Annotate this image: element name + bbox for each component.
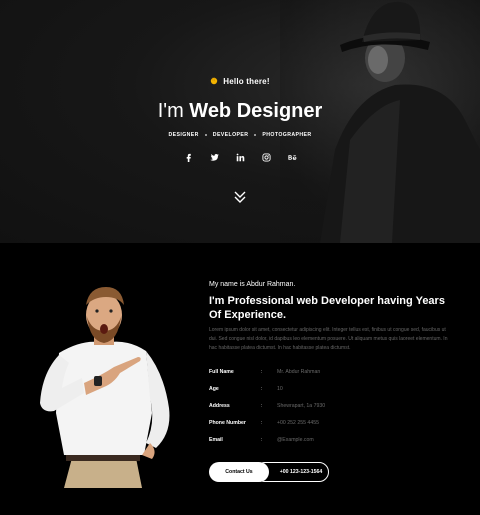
role-separator [204, 134, 207, 136]
roles-list: DESIGNER DEVELOPER PHOTOGRAPHER [169, 132, 312, 138]
detail-row: Full Name : Mr. Abdur Rahman [209, 363, 454, 380]
detail-row: Email : @Example.com [209, 431, 454, 448]
page: Hello there! I'm Web Designer DESIGNER D… [0, 0, 480, 515]
detail-label: Full Name [209, 368, 234, 375]
detail-value: +00 252 255 4455 [277, 419, 319, 426]
linkedin-icon[interactable] [234, 151, 246, 163]
about-info: My name is Abdur Rahman. I'm Professiona… [209, 281, 454, 482]
contact-us-button[interactable]: Contact Us [209, 462, 269, 482]
details-list: Full Name : Mr. Abdur Rahman Age : 10 Ad… [209, 363, 454, 448]
role-item: PHOTOGRAPHER [262, 132, 312, 138]
hero-title-role: Web Designer [189, 100, 323, 122]
facebook-icon[interactable] [182, 151, 194, 163]
about-actions: Contact Us +00 123-123-1564 [209, 462, 454, 482]
hero-title: I'm Web Designer [0, 99, 480, 123]
detail-label: Phone Number [209, 419, 246, 426]
detail-colon: : [261, 368, 263, 375]
about-paragraph: Lorem ipsum dolor sit amet, consectetur … [209, 327, 448, 351]
detail-value: @Example.com [277, 436, 314, 443]
waving-hand-icon [211, 77, 218, 85]
detail-label: Address [209, 402, 230, 409]
detail-colon: : [261, 436, 263, 443]
profile-photo [40, 287, 170, 488]
role-item: DEVELOPER [212, 132, 249, 138]
social-links [0, 151, 480, 163]
hero-content: Hello there! I'm Web Designer DESIGNER D… [0, 72, 480, 163]
hero-title-prefix: I'm [157, 100, 184, 122]
about-section: My name is Abdur Rahman. I'm Professiona… [0, 243, 480, 515]
detail-colon: : [261, 385, 263, 392]
detail-row: Phone Number : +00 252 255 4455 [209, 414, 454, 431]
detail-label: Email [209, 436, 223, 443]
detail-value: Mr. Abdur Rahman [277, 368, 321, 375]
intro-text: My name is Abdur Rahman. [209, 281, 296, 288]
scroll-down-icon[interactable] [234, 190, 246, 204]
role-separator [254, 134, 257, 136]
detail-label: Age [209, 385, 219, 392]
detail-row: Address : Shewrapart, 1a 7930 [209, 397, 454, 414]
detail-value: Shewrapart, 1a 7930 [277, 402, 326, 409]
hero-section: Hello there! I'm Web Designer DESIGNER D… [0, 0, 480, 243]
behance-icon[interactable] [286, 151, 298, 163]
greeting-text: Hello there! [223, 76, 270, 86]
role-item: DESIGNER [168, 132, 199, 138]
about-headline: I'm Professional web Developer having Ye… [209, 295, 445, 321]
detail-colon: : [261, 419, 263, 426]
detail-value: 10 [277, 385, 283, 392]
twitter-icon[interactable] [208, 151, 220, 163]
detail-colon: : [261, 402, 263, 409]
greeting: Hello there! [210, 76, 270, 86]
detail-row: Age : 10 [209, 380, 454, 397]
instagram-icon[interactable] [260, 151, 272, 163]
